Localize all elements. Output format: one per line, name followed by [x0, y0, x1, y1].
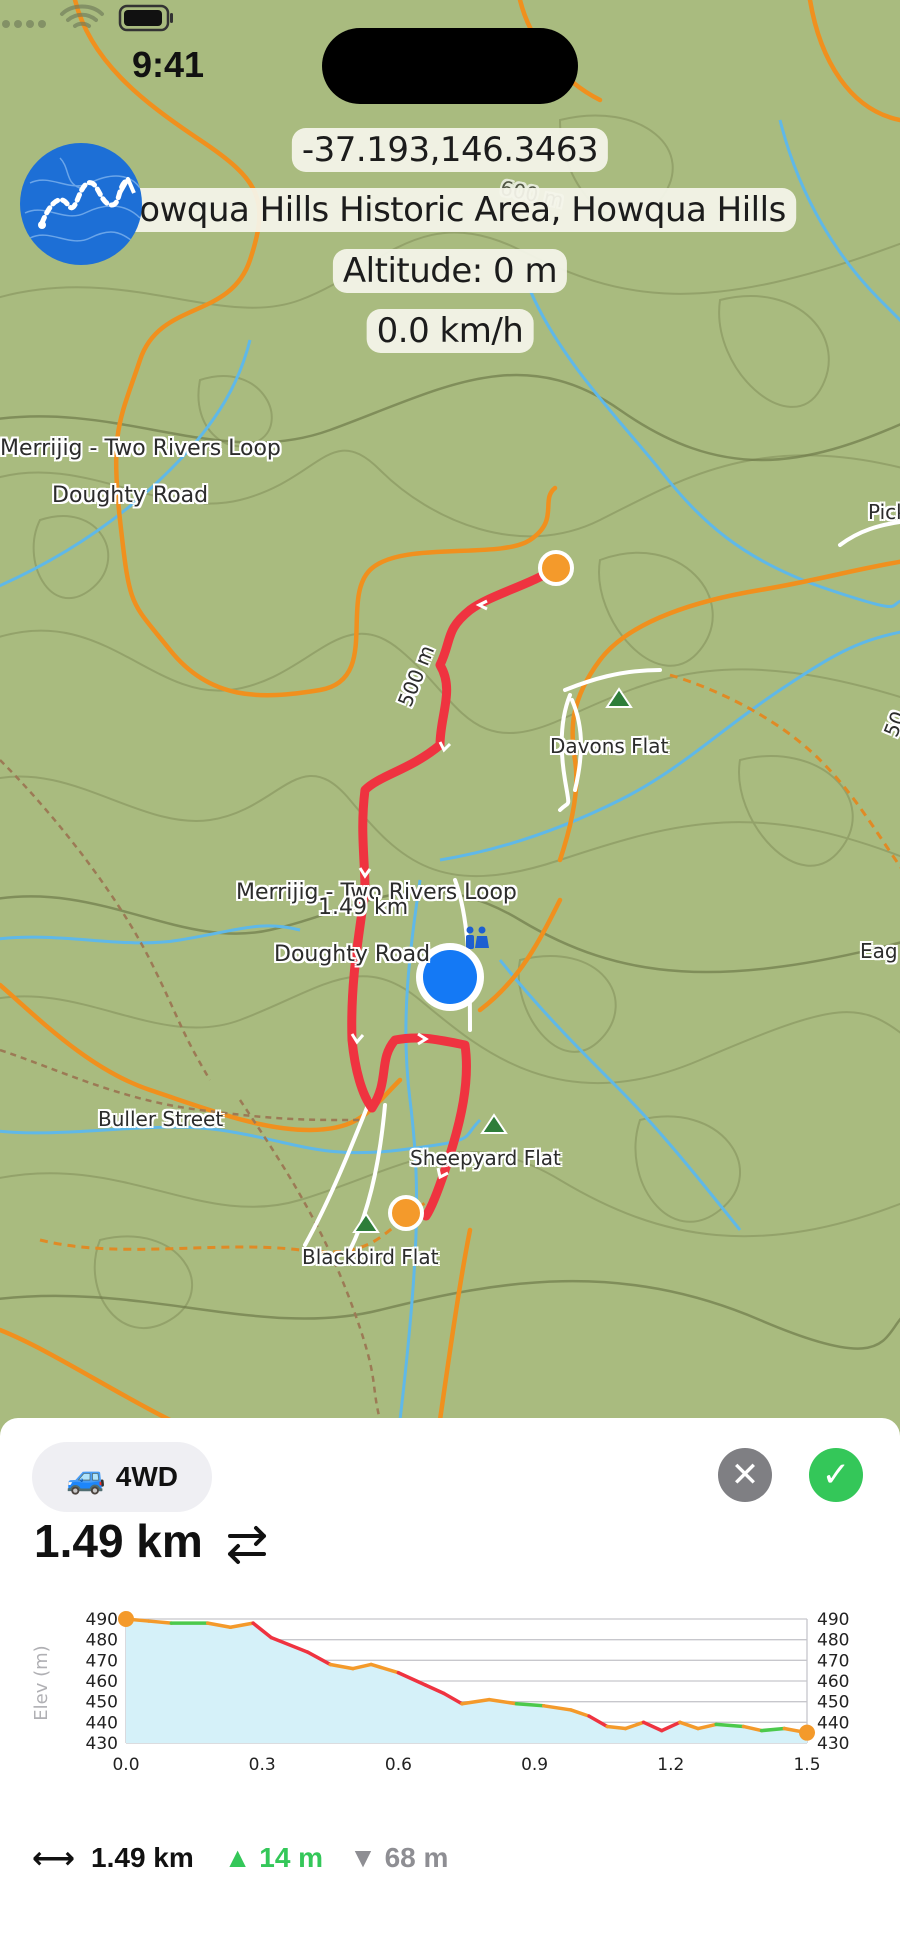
place-label-sheepyard-flat: Sheepyard Flat — [410, 1146, 561, 1170]
road-label: Doughty Road — [52, 483, 209, 508]
y-tick-label: 450 — [817, 1693, 849, 1713]
x-axis: 0.0 0.3 0.6 0.9 1.2 1.5 — [112, 1755, 820, 1775]
trail-label: Merrijig - Two Rivers Loop — [0, 436, 281, 461]
y-tick-label: 490 — [817, 1610, 849, 1630]
elevation-segment — [605, 1724, 628, 1731]
profile-end-marker — [799, 1724, 815, 1741]
street-label: Buller Street — [98, 1107, 224, 1131]
profile-start-marker — [118, 1611, 134, 1627]
checkmark-icon: ✓ — [821, 1456, 851, 1494]
vehicle-selector-button[interactable]: 🚙 4WD — [32, 1442, 212, 1512]
place-label-blackbird-flat: Blackbird Flat — [302, 1245, 439, 1269]
cellular-icon — [2, 20, 46, 28]
y-tick-label: 450 — [86, 1693, 118, 1713]
speed-readout: 0.0 km/h — [366, 309, 534, 353]
place-label-edge: Pick — [868, 500, 900, 524]
horizontal-arrows-icon: ⟷ — [32, 1841, 76, 1875]
location-name: Howqua Hills Historic Area, Howqua Hills — [104, 188, 796, 232]
status-icons — [2, 4, 173, 32]
elevation-segment — [714, 1722, 746, 1729]
y-tick-label: 480 — [817, 1631, 849, 1651]
y-tick-label: 440 — [86, 1713, 118, 1733]
y-tick-label: 480 — [86, 1631, 118, 1651]
x-tick-label: 0.6 — [385, 1755, 412, 1775]
elevation-segment — [514, 1701, 546, 1708]
car-icon: 🚙 — [65, 1459, 106, 1495]
route-distance-label: 1.49 km — [318, 895, 409, 920]
y-tick-label: 460 — [817, 1672, 849, 1692]
altitude-readout: Altitude: 0 m — [332, 249, 568, 293]
elevation-segment — [759, 1726, 787, 1733]
y-tick-label: 430 — [86, 1734, 118, 1754]
vehicle-label: 4WD — [115, 1461, 179, 1492]
xmark-icon: ✕ — [730, 1456, 760, 1494]
app-logo-button[interactable] — [20, 143, 142, 265]
close-button[interactable]: ✕ — [718, 1448, 772, 1502]
y-tick-label: 470 — [86, 1651, 118, 1671]
wifi-icon — [60, 4, 104, 28]
map-view[interactable]: Merrijig - Two Rivers Loop Doughty Road … — [0, 0, 900, 1420]
battery-icon — [118, 4, 173, 32]
y-tick-label: 490 — [86, 1610, 118, 1630]
y-tick-label: 460 — [86, 1672, 118, 1692]
coordinates-readout: -37.193,146.3463 — [291, 128, 609, 172]
x-tick-label: 0.3 — [249, 1755, 276, 1775]
y-axis-right: 490480470460450440430 — [817, 1610, 849, 1754]
place-label-edge: Eag — [860, 939, 898, 963]
confirm-button[interactable]: ✓ — [809, 1448, 863, 1502]
x-tick-label: 1.2 — [657, 1755, 684, 1775]
route-bottom-sheet: 🚙 4WD ✕ ✓ 1.49 km 490 480 470 460 450 440 430 … — [0, 1418, 900, 1955]
x-tick-label: 0.0 — [112, 1755, 139, 1775]
route-distance: 1.49 km — [34, 1515, 203, 1567]
route-stats: ⟷ 1.49 km ▲ 14 m ▼ 68 m — [32, 1838, 448, 1878]
y-tick-label: 470 — [817, 1651, 849, 1671]
y-tick-label: 430 — [817, 1734, 849, 1754]
x-tick-label: 0.9 — [521, 1755, 548, 1775]
y-tick-label: 440 — [817, 1713, 849, 1733]
x-tick-label: 1.5 — [793, 1755, 820, 1775]
stats-descent: ▼ 68 m — [349, 1842, 449, 1873]
place-label-davons-flat: Davons Flat — [550, 734, 669, 758]
y-axis-left: 490480470460450440430 — [86, 1610, 118, 1754]
swap-arrows-icon[interactable] — [224, 1522, 270, 1568]
stats-distance: 1.49 km — [91, 1842, 194, 1873]
elevation-profile-chart[interactable]: 490480470460450440430 490480470460450440… — [0, 1585, 900, 1785]
road-label: Doughty Road — [274, 942, 431, 967]
topo-route-icon — [24, 157, 141, 244]
y-axis-title: Elev (m) — [31, 1645, 52, 1720]
status-time: 9:41 — [132, 44, 205, 85]
dynamic-island — [322, 28, 578, 104]
elevation-segment — [146, 1619, 174, 1625]
stats-ascent: ▲ 14 m — [223, 1842, 324, 1873]
